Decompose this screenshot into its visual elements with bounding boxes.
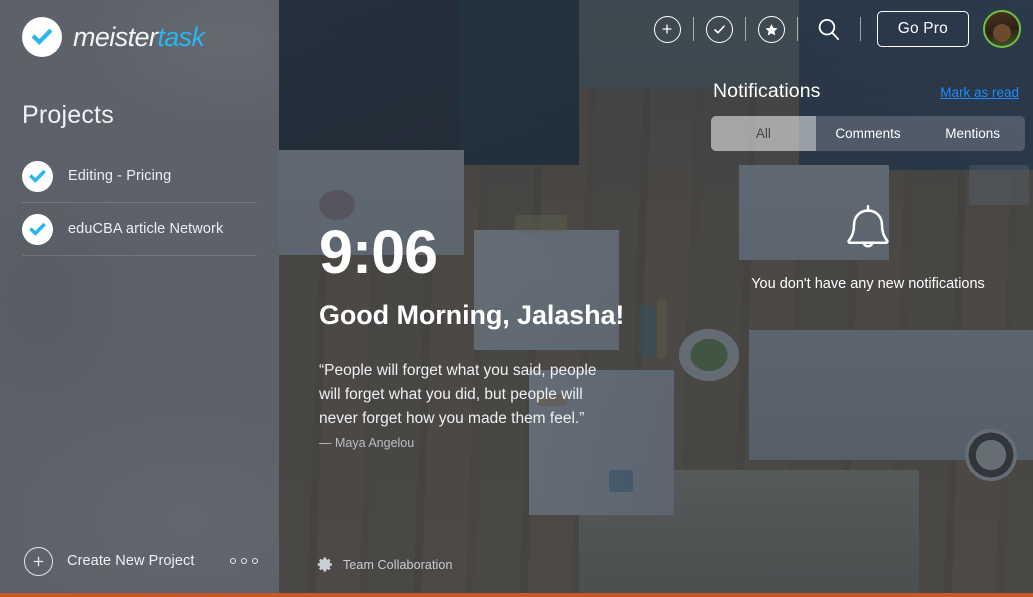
notifications-header: Notifications Mark as read bbox=[711, 80, 1025, 103]
brand-name-first: meister bbox=[73, 21, 158, 52]
go-pro-button[interactable]: Go Pro bbox=[876, 11, 969, 47]
quote-text: “People will forget what you said, peopl… bbox=[319, 361, 597, 427]
status-bar-label: Team Collaboration bbox=[343, 557, 453, 572]
top-toolbar: Go Pro bbox=[642, 0, 1033, 58]
sidebar-footer: Create New Project bbox=[0, 529, 279, 593]
plus-circle-icon[interactable] bbox=[24, 546, 53, 576]
check-circle-icon[interactable] bbox=[705, 15, 733, 43]
sidebar-item-label: Editing - Pricing bbox=[68, 168, 172, 184]
project-list: Editing - Pricing eduCBA article Network bbox=[0, 150, 279, 256]
status-bar[interactable]: Team Collaboration bbox=[317, 556, 453, 573]
mark-as-read-link[interactable]: Mark as read bbox=[940, 85, 1019, 100]
check-circle-icon bbox=[22, 213, 53, 245]
current-time: 9:06 bbox=[319, 218, 438, 286]
sidebar: meistertask Projects Editing - Pricing e… bbox=[0, 0, 279, 593]
tab-comments[interactable]: Comments bbox=[816, 116, 921, 151]
notifications-tabs: All Comments Mentions bbox=[711, 116, 1025, 151]
greeting-block: 9:06 Good Morning, Jalasha! “People will… bbox=[319, 222, 624, 455]
quote-author: — Maya Angelou bbox=[319, 436, 415, 451]
gear-icon bbox=[317, 557, 332, 572]
daily-quote: “People will forget what you said, peopl… bbox=[319, 359, 619, 456]
notifications-empty-state: You don't have any new notifications bbox=[711, 197, 1025, 295]
notifications-panel: Notifications Mark as read All Comments … bbox=[711, 80, 1025, 295]
avatar[interactable] bbox=[983, 10, 1021, 48]
projects-heading: Projects bbox=[22, 101, 114, 129]
sidebar-item-educba-article-network[interactable]: eduCBA article Network bbox=[22, 203, 257, 256]
check-circle-icon bbox=[22, 17, 62, 57]
bell-icon bbox=[847, 204, 889, 248]
greeting-salutation: Good Morning, Jalasha! bbox=[319, 300, 625, 330]
dashboard-main: Go Pro Notifications Mark as read All Co… bbox=[279, 0, 1033, 593]
toolbar-divider bbox=[859, 17, 861, 41]
toolbar-divider bbox=[796, 17, 798, 41]
tab-all[interactable]: All bbox=[711, 116, 816, 151]
star-circle-icon[interactable] bbox=[757, 15, 785, 43]
toolbar-divider bbox=[692, 17, 694, 41]
create-new-project-button[interactable]: Create New Project bbox=[67, 553, 195, 569]
tab-mentions[interactable]: Mentions bbox=[920, 116, 1025, 151]
notifications-title: Notifications bbox=[713, 80, 821, 102]
brand-name-second: task bbox=[157, 21, 205, 52]
toolbar-divider bbox=[744, 17, 746, 41]
sidebar-item-editing-pricing[interactable]: Editing - Pricing bbox=[22, 150, 257, 203]
meistertask-dashboard: meistertask Projects Editing - Pricing e… bbox=[0, 0, 1033, 597]
check-circle-icon bbox=[22, 160, 53, 192]
search-icon[interactable] bbox=[814, 14, 844, 44]
app-logo[interactable]: meistertask bbox=[0, 0, 279, 57]
brand-wordmark: meistertask bbox=[73, 21, 205, 53]
notifications-empty-message: You don't have any new notifications bbox=[751, 276, 985, 292]
three-dots-icon[interactable] bbox=[229, 558, 258, 564]
plus-circle-icon[interactable] bbox=[653, 15, 681, 43]
sidebar-item-label: eduCBA article Network bbox=[68, 221, 224, 237]
